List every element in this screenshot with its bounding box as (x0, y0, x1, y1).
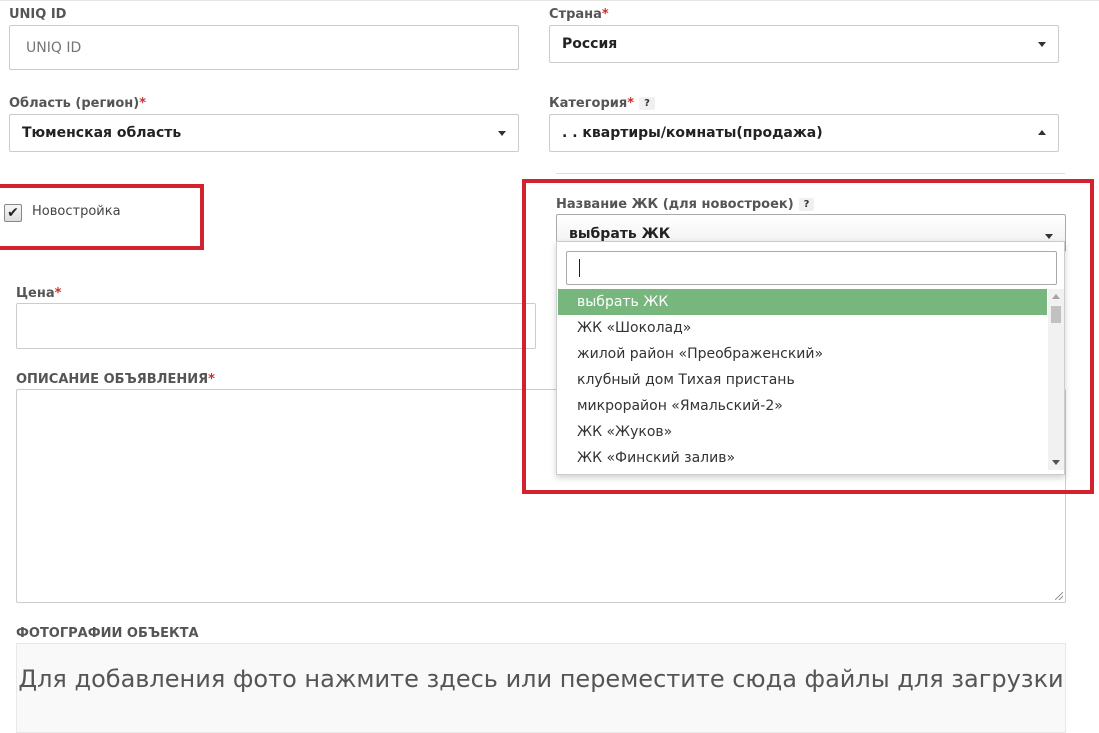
resize-grip-icon[interactable] (1055, 592, 1063, 600)
country-label: Страна* (549, 7, 609, 22)
country-select-value: Россия (562, 36, 618, 52)
scrollbar-thumb[interactable] (1051, 306, 1061, 323)
chevron-up-icon (1038, 130, 1046, 135)
country-select[interactable]: Россия (549, 25, 1059, 63)
complex-option[interactable]: микрорайон «Ямальский-2» (558, 393, 1047, 419)
new-building-label[interactable]: Новостройка (32, 204, 121, 219)
uniq-id-label: UNIQ ID (9, 7, 67, 22)
category-separator (556, 173, 1065, 174)
uniq-id-input[interactable] (9, 25, 519, 70)
complex-search-input[interactable] (566, 251, 1057, 285)
dropzone-text: Для добавления фото нажмите здесь или пе… (18, 665, 1064, 693)
complex-select-value: выбрать ЖК (569, 226, 671, 242)
photos-label: ФОТОГРАФИИ ОБЪЕКТА (16, 626, 199, 641)
chevron-down-icon (498, 131, 506, 136)
region-select-value: Тюменская область (22, 125, 182, 141)
complex-option[interactable]: клубный дом Тихая пристань (558, 367, 1047, 393)
checkmark-icon: ✔ (7, 205, 19, 221)
complex-option[interactable]: выбрать ЖК (558, 289, 1047, 315)
complex-dropdown: выбрать ЖК ЖК «Шоколад» жилой район «Пре… (556, 241, 1065, 475)
help-icon[interactable]: ? (798, 198, 815, 211)
photo-dropzone[interactable]: Для добавления фото нажмите здесь или пе… (16, 643, 1066, 733)
complex-option[interactable]: жилой район «Преображенский» (558, 341, 1047, 367)
chevron-down-icon (1038, 42, 1046, 47)
chevron-down-icon (1045, 234, 1053, 239)
complex-label: Название ЖК (для новостроек)? (556, 197, 815, 212)
category-label: Категория*? (549, 96, 655, 111)
region-select[interactable]: Тюменская область (9, 114, 519, 152)
category-select[interactable]: . . квартиры/комнаты(продажа) (549, 114, 1059, 152)
help-icon[interactable]: ? (639, 97, 655, 110)
text-cursor (579, 259, 580, 277)
complex-option[interactable]: ЖК «Жуков» (558, 419, 1047, 445)
category-select-value: . . квартиры/комнаты(продажа) (562, 125, 823, 141)
region-label: Область (регион)* (9, 96, 147, 111)
scroll-up-icon[interactable] (1052, 294, 1060, 299)
new-building-checkbox[interactable]: ✔ (4, 204, 22, 222)
top-divider (0, 0, 1099, 1)
description-label: ОПИСАНИЕ ОБЪЯВЛЕНИЯ* (16, 372, 215, 387)
price-input[interactable] (16, 303, 536, 349)
complex-option[interactable]: ЖК «Финский залив» (558, 445, 1047, 471)
scroll-down-icon[interactable] (1052, 460, 1060, 465)
complex-option[interactable]: ЖК «Шоколад» (558, 315, 1047, 341)
price-label: Цена* (16, 286, 62, 301)
dropdown-scrollbar[interactable] (1048, 289, 1064, 470)
